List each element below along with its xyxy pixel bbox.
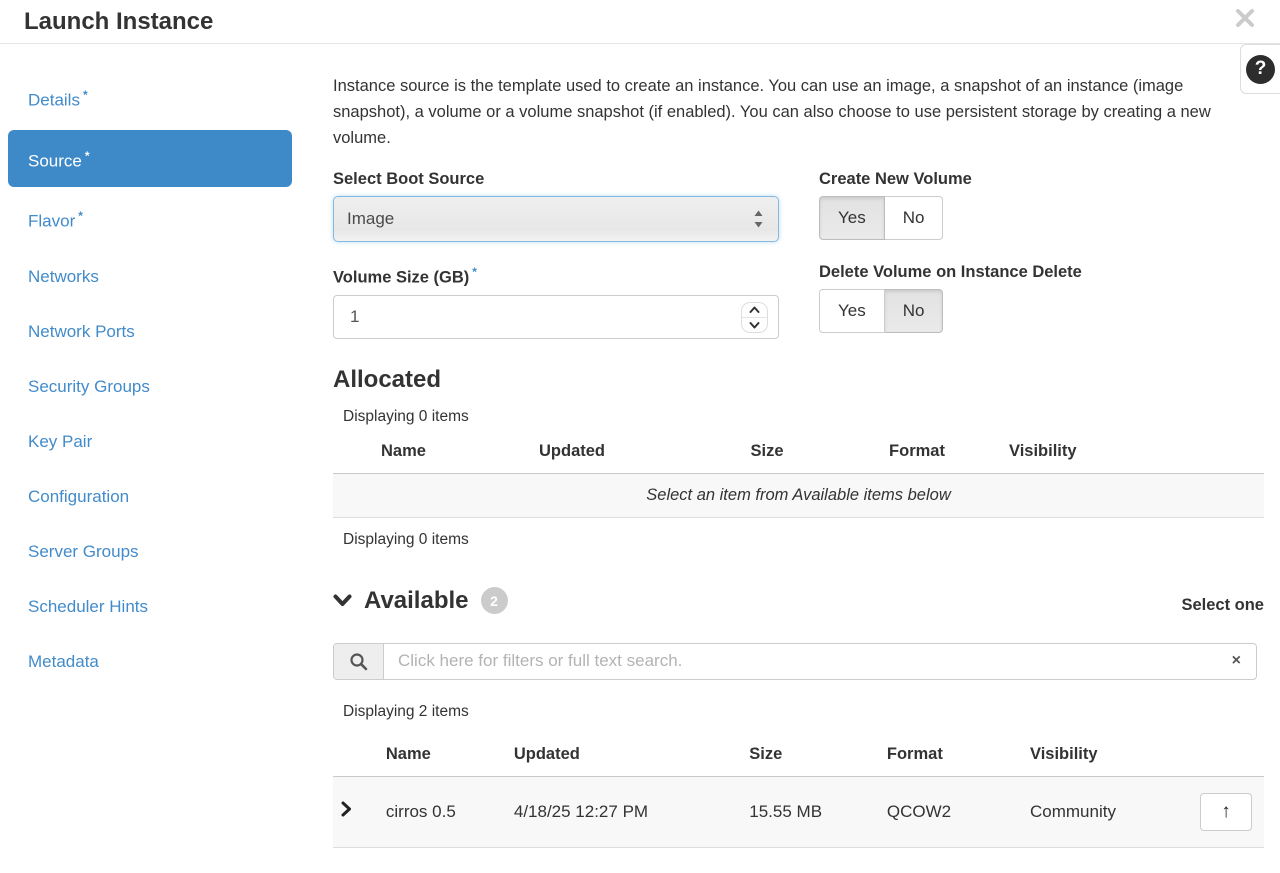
sidebar-item-metadata[interactable]: Metadata	[8, 636, 292, 688]
chevron-down-icon	[333, 594, 352, 607]
table-row[interactable]: cirros 0.5 4/18/25 12:27 PM 15.55 MB QCO…	[333, 776, 1264, 847]
source-step-content: Instance source is the template used to …	[333, 69, 1264, 873]
modal-header: Launch Instance	[0, 0, 1280, 44]
available-count: Displaying 2 items	[343, 703, 1264, 721]
required-marker: *	[472, 265, 477, 279]
available-table-header-row: Name Updated Size Format Visibility	[333, 737, 1264, 777]
create-volume-label: Create New Volume	[819, 169, 1264, 189]
table-row[interactable]	[333, 847, 1264, 873]
close-icon[interactable]	[1234, 7, 1256, 29]
column-header-size: Size	[741, 737, 879, 777]
select-one-hint: Select one	[1181, 596, 1264, 617]
allocated-empty-message: Select an item from Available items belo…	[333, 473, 1264, 517]
available-search-bar: ×	[333, 643, 1257, 680]
cell-name: cirros 0.5	[378, 776, 506, 847]
available-count-badge: 2	[481, 587, 508, 614]
sidebar-item-details[interactable]: Details*	[8, 69, 292, 127]
sidebar-item-server-groups[interactable]: Server Groups	[8, 526, 292, 578]
sidebar-item-scheduler-hints[interactable]: Scheduler Hints	[8, 581, 292, 633]
search-input[interactable]	[384, 644, 1217, 679]
allocated-title: Allocated	[333, 365, 1264, 395]
required-marker: *	[78, 209, 83, 223]
delete-volume-no-button[interactable]: No	[885, 289, 944, 333]
sidebar-item-security-groups[interactable]: Security Groups	[8, 361, 292, 413]
volume-size-label: Volume Size (GB)*	[333, 262, 779, 288]
source-description: Instance source is the template used to …	[333, 73, 1221, 151]
column-header-updated: Updated	[531, 434, 701, 474]
allocated-count-bottom: Displaying 0 items	[343, 531, 1264, 549]
required-marker: *	[83, 88, 88, 102]
cell-visibility: Community	[1022, 776, 1192, 847]
allocated-table: Name Updated Size Format Visibility Sele…	[333, 434, 1264, 518]
cell-format: QCOW2	[879, 776, 1022, 847]
column-header-name: Name	[373, 434, 531, 474]
delete-volume-yes-button[interactable]: Yes	[819, 289, 885, 333]
sidebar-item-source[interactable]: Source*	[8, 130, 292, 188]
help-icon: ?	[1246, 55, 1275, 84]
wizard-nav: Details* Source* Flavor* Networks Networ…	[0, 69, 292, 873]
search-button[interactable]	[334, 644, 384, 679]
column-header-updated: Updated	[506, 737, 741, 777]
source-form: Select Boot Source Image Create New Volu…	[333, 169, 1264, 339]
column-header-visibility: Visibility	[1022, 737, 1192, 777]
column-header-size: Size	[701, 434, 833, 474]
help-button[interactable]: ?	[1240, 44, 1280, 94]
column-header-format: Format	[833, 434, 1001, 474]
wizard-body: Details* Source* Flavor* Networks Networ…	[0, 44, 1280, 873]
boot-source-select[interactable]: Image	[333, 196, 779, 242]
volume-size-stepper[interactable]	[741, 302, 768, 333]
create-volume-no-button[interactable]: No	[885, 196, 944, 240]
clear-search-icon[interactable]: ×	[1217, 644, 1256, 679]
sidebar-item-networks[interactable]: Networks	[8, 251, 292, 303]
required-marker: *	[85, 149, 90, 163]
stepper-up-icon	[749, 306, 760, 314]
allocate-item-button[interactable]: ↑	[1200, 793, 1252, 831]
create-volume-field: Create New Volume Yes No	[819, 169, 1264, 242]
allocated-table-header-row: Name Updated Size Format Visibility	[333, 434, 1264, 474]
column-header-visibility: Visibility	[1001, 434, 1264, 474]
sidebar-item-key-pair[interactable]: Key Pair	[8, 416, 292, 468]
volume-size-field: Volume Size (GB)*	[333, 262, 779, 339]
delete-volume-label: Delete Volume on Instance Delete	[819, 262, 1264, 282]
boot-source-value: Image	[347, 209, 394, 229]
select-updown-icon	[753, 208, 764, 235]
allocated-count-top: Displaying 0 items	[343, 408, 1264, 426]
sidebar-item-configuration[interactable]: Configuration	[8, 471, 292, 523]
expand-row-icon[interactable]	[341, 801, 352, 817]
create-volume-yes-button[interactable]: Yes	[819, 196, 885, 240]
boot-source-label: Select Boot Source	[333, 169, 779, 189]
create-volume-toggle: Yes No	[819, 196, 943, 240]
volume-size-input[interactable]	[333, 295, 779, 339]
available-header: Available 2 Select one	[333, 585, 1264, 617]
available-table: Name Updated Size Format Visibility	[333, 737, 1264, 873]
delete-volume-toggle: Yes No	[819, 289, 943, 333]
sidebar-item-flavor[interactable]: Flavor*	[8, 190, 292, 248]
sidebar-item-network-ports[interactable]: Network Ports	[8, 306, 292, 358]
cell-size: 15.55 MB	[741, 776, 879, 847]
available-collapse-toggle[interactable]: Available 2	[333, 585, 1181, 617]
allocated-empty-row: Select an item from Available items belo…	[333, 473, 1264, 517]
column-header-name: Name	[378, 737, 506, 777]
boot-source-field: Select Boot Source Image	[333, 169, 779, 242]
page-title: Launch Instance	[24, 8, 213, 35]
available-title: Available	[364, 585, 469, 617]
cell-updated: 4/18/25 12:27 PM	[506, 776, 741, 847]
stepper-down-icon	[749, 321, 760, 329]
column-header-format: Format	[879, 737, 1022, 777]
delete-volume-field: Delete Volume on Instance Delete Yes No	[819, 262, 1264, 339]
search-icon	[349, 652, 368, 671]
up-arrow-icon: ↑	[1221, 801, 1231, 823]
